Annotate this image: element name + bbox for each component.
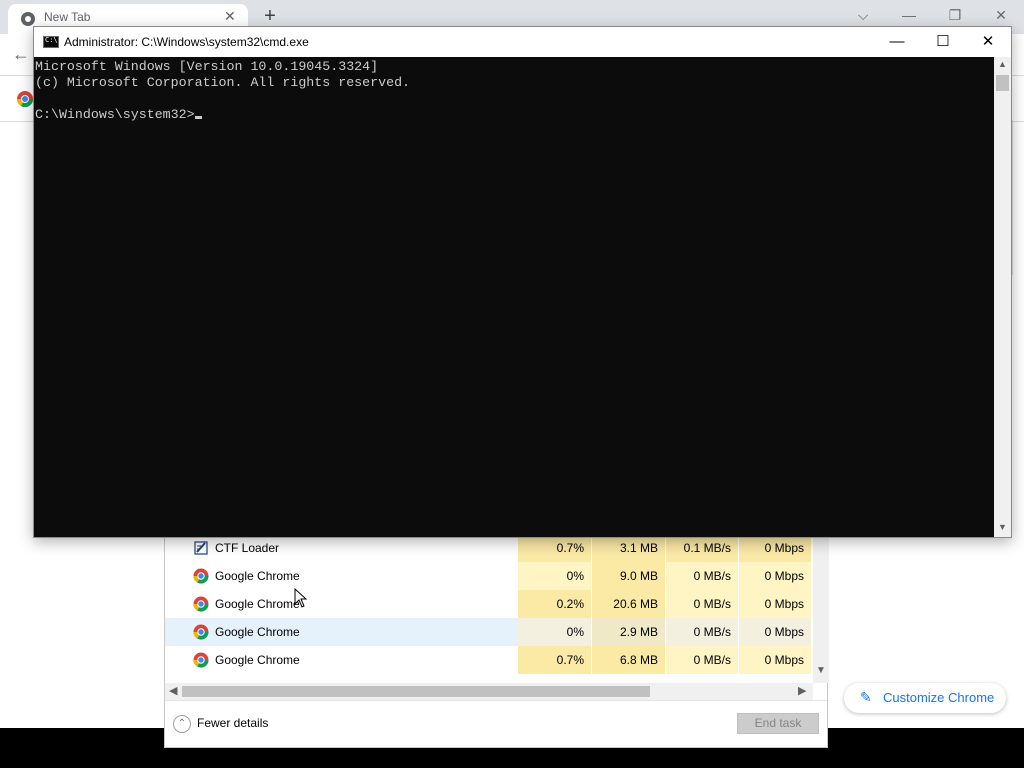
table-row[interactable]: CTF Loader 0.7% 3.1 MB 0.1 MB/s 0 Mbps (165, 537, 813, 562)
table-row[interactable]: Google Chrome 0.7% 6.8 MB 0 MB/s 0 Mbps (165, 646, 813, 674)
console-prompt: C:\Windows\system32> (35, 107, 195, 122)
close-icon[interactable]: ✕ (965, 27, 1011, 57)
ctf-loader-icon (194, 541, 208, 555)
cmd-icon-text: C:\ (45, 36, 58, 44)
network-cell: 0 Mbps (739, 646, 812, 674)
name-cell: Google Chrome (165, 646, 518, 674)
maximize-icon[interactable]: ☐ (920, 27, 966, 57)
name-cell: CTF Loader (165, 537, 518, 562)
chevron-up-icon: ⌃ (173, 715, 191, 733)
memory-cell: 3.1 MB (592, 537, 666, 562)
tab-close-icon[interactable]: ✕ (224, 8, 236, 25)
text-cursor (194, 116, 202, 119)
console-output[interactable]: Microsoft Windows [Version 10.0.19045.33… (34, 57, 994, 537)
restore-icon[interactable]: ❐ (940, 4, 970, 26)
disk-cell: 0 MB/s (666, 646, 739, 674)
cpu-cell: 0% (518, 562, 592, 590)
close-icon[interactable]: ✕ (986, 4, 1016, 26)
table-row-selected[interactable]: Google Chrome 0% 2.9 MB 0 MB/s 0 Mbps (165, 618, 813, 646)
scroll-up-icon[interactable]: ▲ (998, 59, 1007, 69)
scroll-down-icon[interactable]: ▼ (998, 522, 1007, 532)
chrome-icon (193, 652, 209, 668)
cpu-cell: 0.7% (518, 537, 592, 562)
tab-title: New Tab (44, 10, 91, 24)
horizontal-scrollbar[interactable]: ◀ ▶ (165, 683, 813, 700)
table-row[interactable]: Google Chrome 0.2% 20.6 MB 0 MB/s 0 Mbps (165, 590, 813, 618)
cpu-cell: 0.7% (518, 646, 592, 674)
cmd-title-bar[interactable]: C:\ Administrator: C:\Windows\system32\c… (34, 27, 1011, 57)
memory-cell: 9.0 MB (592, 562, 666, 590)
disk-cell: 0 MB/s (666, 590, 739, 618)
fewer-details-button[interactable]: ⌃ Fewer details (173, 715, 268, 733)
task-manager-footer: ⌃ Fewer details End task (165, 700, 827, 747)
process-name: Google Chrome (215, 569, 300, 583)
task-manager-window: CTF Loader 0.7% 3.1 MB 0.1 MB/s 0 Mbps G… (164, 536, 829, 748)
scroll-left-icon[interactable]: ◀ (169, 684, 177, 697)
chrome-bookmark-icon[interactable] (16, 90, 34, 108)
back-arrow-icon[interactable]: ← (12, 44, 30, 65)
console-line: Microsoft Windows [Version 10.0.19045.33… (35, 59, 379, 74)
cpu-cell: 0.2% (518, 590, 592, 618)
scrollbar-thumb[interactable] (182, 686, 650, 697)
customize-chrome-button[interactable]: ✎ Customize Chrome (844, 683, 1006, 713)
process-name: CTF Loader (215, 541, 280, 555)
network-cell: 0 Mbps (739, 562, 812, 590)
name-cell: Google Chrome (165, 562, 518, 590)
customize-chrome-label: Customize Chrome (883, 690, 995, 705)
chrome-icon (193, 596, 209, 612)
window-title: Administrator: C:\Windows\system32\cmd.e… (64, 35, 309, 49)
pencil-icon: ✎ (860, 689, 872, 705)
console-line: (c) Microsoft Corporation. All rights re… (35, 75, 411, 90)
vertical-scrollbar[interactable]: ▼ (813, 537, 829, 683)
chrome-icon (193, 568, 209, 584)
new-tab-button[interactable]: + (260, 4, 280, 28)
scrollbar-thumb[interactable] (996, 75, 1009, 91)
minimize-icon[interactable]: — (894, 4, 924, 26)
disk-cell: 0 MB/s (666, 562, 739, 590)
scroll-down-icon[interactable]: ▼ (816, 665, 826, 676)
chrome-icon (21, 12, 35, 26)
network-cell: 0 Mbps (739, 590, 812, 618)
console-prompt-line: C:\Windows\system32> (35, 107, 994, 123)
chrome-icon (193, 624, 209, 640)
process-table: CTF Loader 0.7% 3.1 MB 0.1 MB/s 0 Mbps G… (165, 537, 817, 683)
process-name: Google Chrome (215, 653, 300, 667)
tab-search-icon[interactable]: ⌵ (848, 4, 878, 26)
disk-cell: 0.1 MB/s (666, 537, 739, 562)
table-row[interactable]: Google Chrome 0% 9.0 MB 0 MB/s 0 Mbps (165, 562, 813, 590)
page-edge (1012, 120, 1024, 275)
cmd-app-icon: C:\ (43, 36, 59, 48)
fewer-details-label: Fewer details (197, 716, 269, 731)
memory-cell: 2.9 MB (592, 618, 666, 646)
console-scrollbar[interactable]: ▲ ▼ (994, 57, 1011, 537)
network-cell: 0 Mbps (739, 537, 812, 562)
network-cell: 0 Mbps (739, 618, 812, 646)
mouse-pointer-icon (294, 588, 308, 608)
scroll-right-icon[interactable]: ▶ (798, 684, 806, 697)
name-cell: Google Chrome (165, 590, 518, 618)
minimize-icon[interactable]: — (874, 27, 920, 57)
cmd-window: C:\ Administrator: C:\Windows\system32\c… (33, 26, 1012, 538)
process-name: Google Chrome (215, 625, 300, 639)
name-cell: Google Chrome (165, 618, 518, 646)
disk-cell: 0 MB/s (666, 618, 739, 646)
process-name: Google Chrome (215, 597, 300, 611)
memory-cell: 20.6 MB (592, 590, 666, 618)
end-task-button[interactable]: End task (737, 713, 819, 734)
cpu-cell: 0% (518, 618, 592, 646)
memory-cell: 6.8 MB (592, 646, 666, 674)
